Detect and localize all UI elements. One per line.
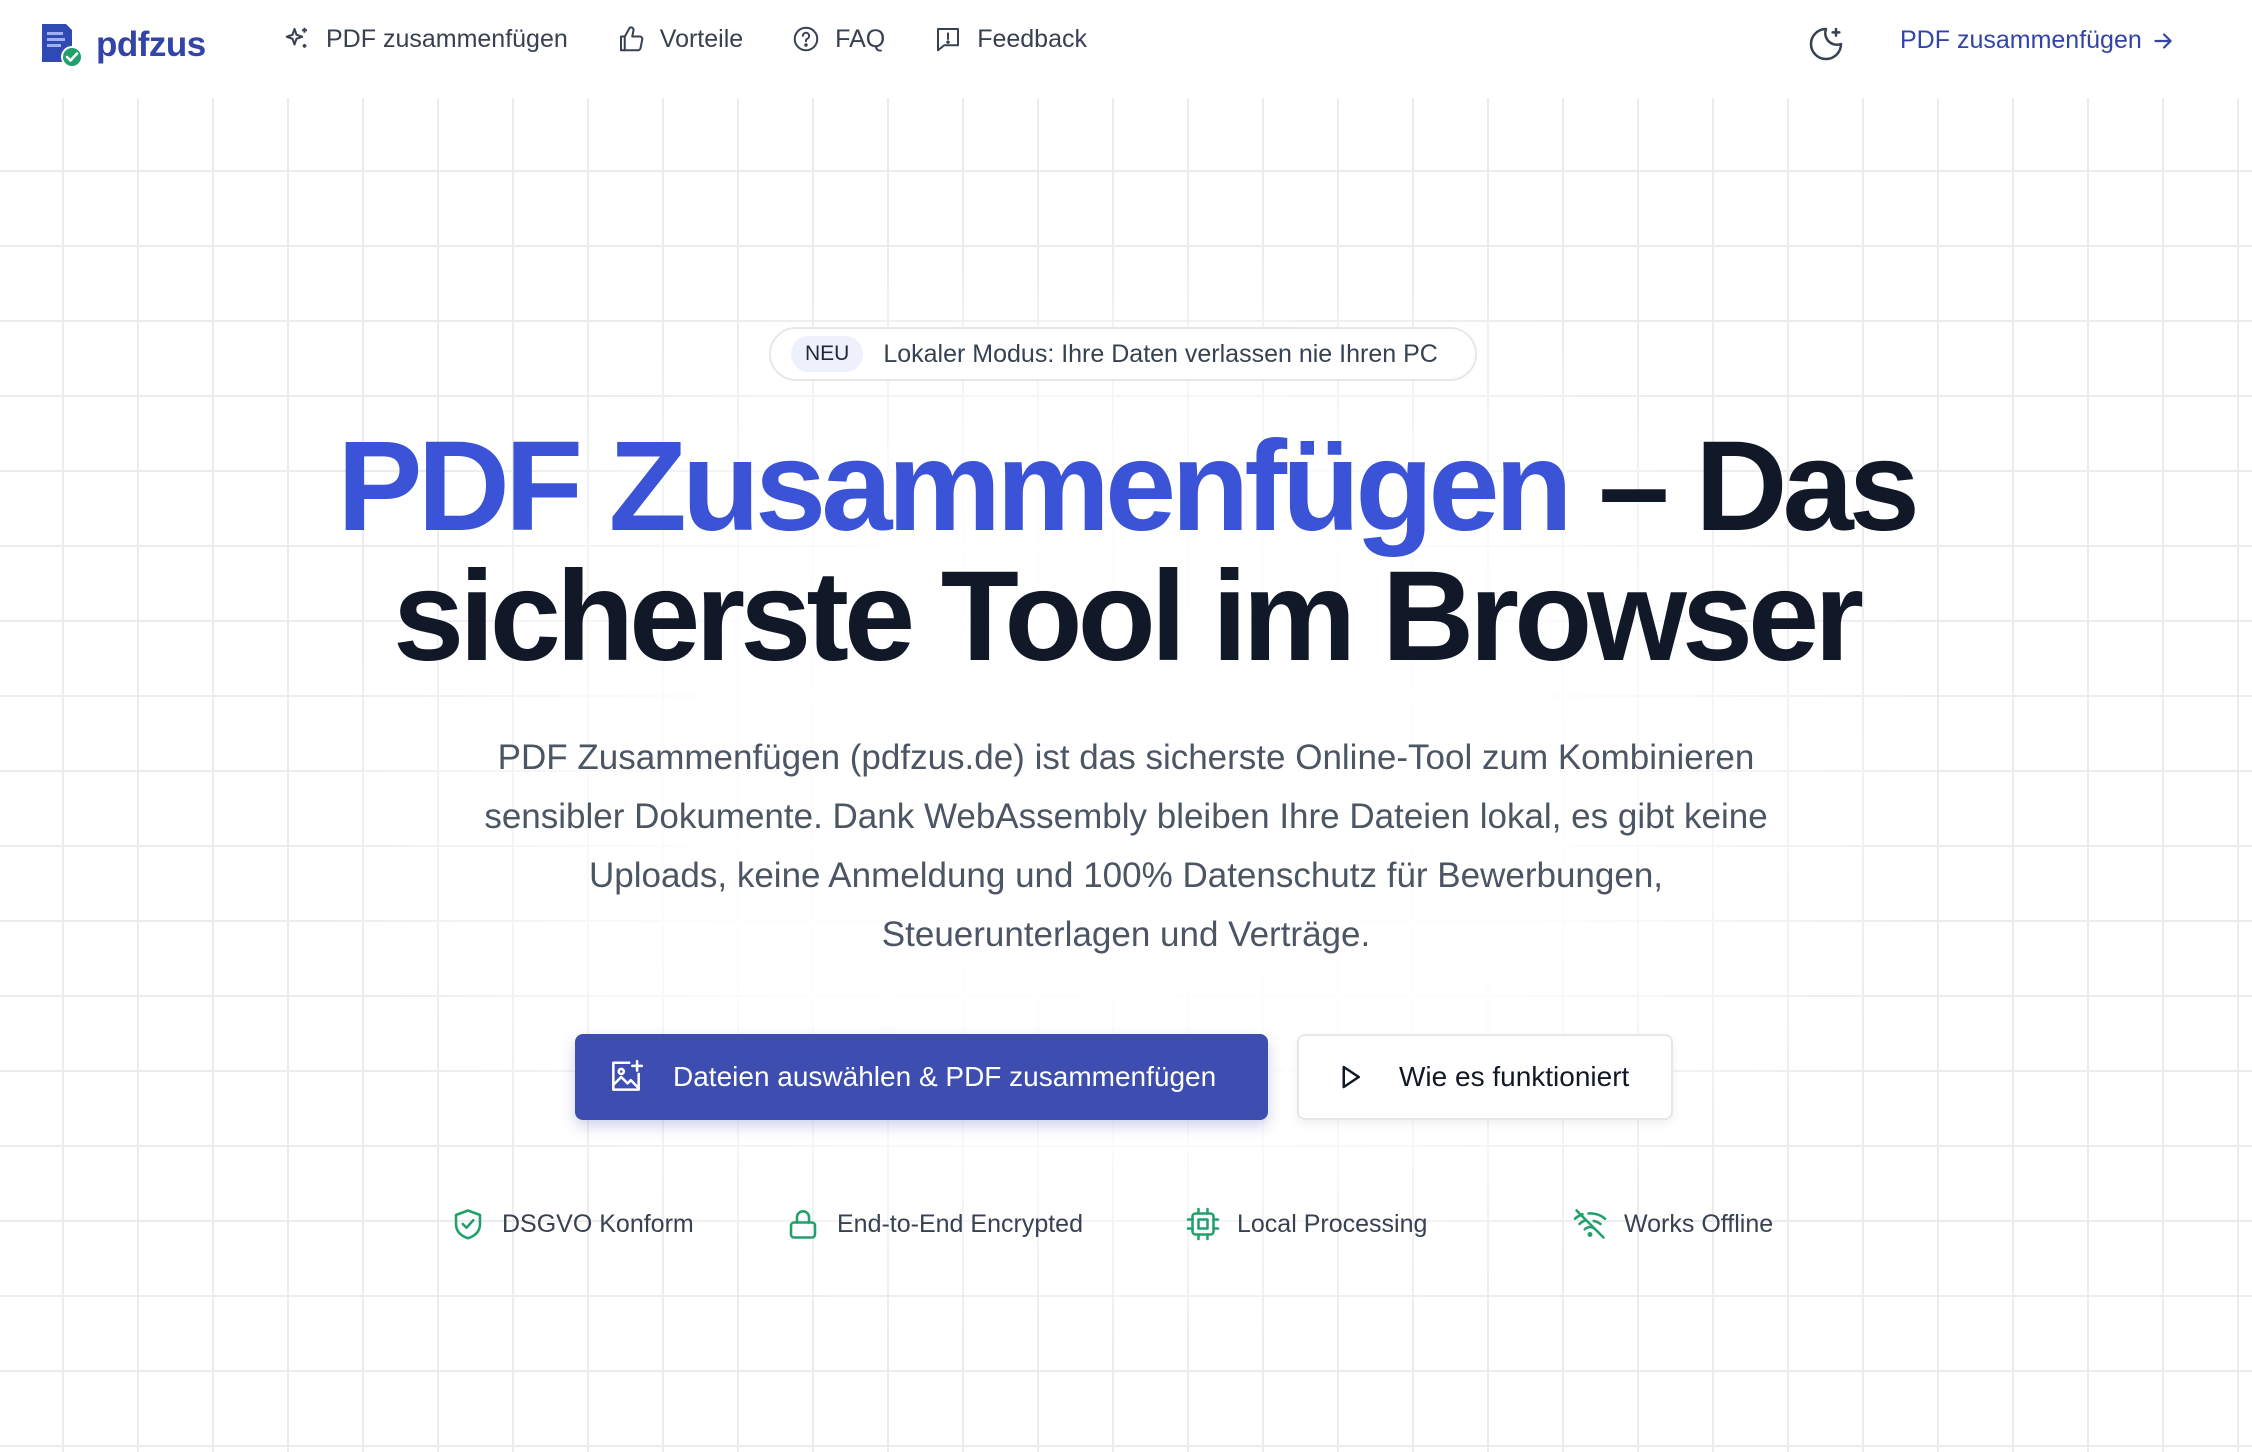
sparkles-icon (285, 27, 307, 48)
select-files-label: Dateien auswählen & PDF zusammenfügen (673, 1061, 1217, 1092)
logo[interactable]: pdfzus (38, 22, 206, 68)
feature-encrypted: End-to-End Encrypted (785, 1206, 1083, 1242)
hero-headline: PDF Zusammenfügen – Das sicherste Tool i… (0, 422, 2252, 682)
header-cta-link[interactable]: PDF zusammenfügen (1900, 26, 2176, 55)
moon-sparkle-icon (1809, 27, 1843, 61)
feature-label: DSGVO Konform (502, 1209, 694, 1238)
shield-check-icon (454, 1209, 482, 1240)
play-icon (1342, 1065, 1360, 1089)
help-circle-icon (793, 26, 819, 52)
nav-label: FAQ (835, 24, 886, 53)
feature-label: End-to-End Encrypted (837, 1209, 1083, 1238)
feature-label: Local Processing (1237, 1209, 1428, 1238)
cpu-icon (1186, 1207, 1220, 1241)
main-nav: PDF zusammenfügen Vorteile FAQ Feedback (282, 24, 1135, 54)
announcement-badge: NEU Lokaler Modus: Ihre Daten verlassen … (769, 327, 1477, 381)
how-it-works-label: Wie es funktioniert (1399, 1061, 1630, 1092)
feature-list: DSGVO Konform End-to-End Encrypted Local… (0, 1206, 2252, 1246)
wifi-off-icon (1573, 1209, 1607, 1239)
headline-rest: – Das (1598, 415, 1920, 558)
feature-offline: Works Offline (1572, 1206, 1773, 1242)
headline-accent: PDF Zusammenfügen (337, 415, 1573, 558)
badge-tag: NEU (791, 336, 864, 372)
image-plus-icon (612, 1059, 644, 1091)
headline-line2: sicherste Tool im Browser (393, 545, 1864, 688)
nav-label: Vorteile (659, 24, 744, 53)
feature-dsgvo: DSGVO Konform (450, 1206, 694, 1242)
site-header: pdfzus PDF zusammenfügen Vorteile FAQ Fe… (0, 0, 2252, 96)
nav-item-faq[interactable]: FAQ (791, 24, 885, 54)
header-cta-label: PDF zusammenfügen (1900, 26, 2142, 54)
feature-label: Works Offline (1624, 1209, 1774, 1238)
nav-label: PDF zusammenfügen (326, 24, 568, 53)
feature-local-processing: Local Processing (1185, 1206, 1427, 1242)
select-files-button[interactable]: Dateien auswählen & PDF zusammenfügen (575, 1034, 1268, 1120)
arrow-right-icon (2154, 32, 2172, 49)
nav-label: Feedback (977, 24, 1087, 53)
hero-description: PDF Zusammenfügen (pdfzus.de) ist das si… (484, 738, 1768, 954)
lock-icon (789, 1209, 817, 1239)
message-alert-icon (937, 28, 960, 52)
theme-toggle-button[interactable] (1806, 24, 1846, 64)
thumbs-up-icon (619, 26, 644, 52)
nav-item-pdf-zusammenfuegen[interactable]: PDF zusammenfügen (282, 24, 568, 54)
how-it-works-button[interactable]: Wie es funktioniert (1297, 1034, 1673, 1120)
document-check-icon (38, 22, 84, 68)
nav-item-vorteile[interactable]: Vorteile (616, 24, 743, 54)
nav-item-feedback[interactable]: Feedback (933, 24, 1087, 54)
badge-text: Lokaler Modus: Ihre Daten verlassen nie … (883, 339, 1438, 368)
logo-text: pdfzus (96, 25, 206, 64)
